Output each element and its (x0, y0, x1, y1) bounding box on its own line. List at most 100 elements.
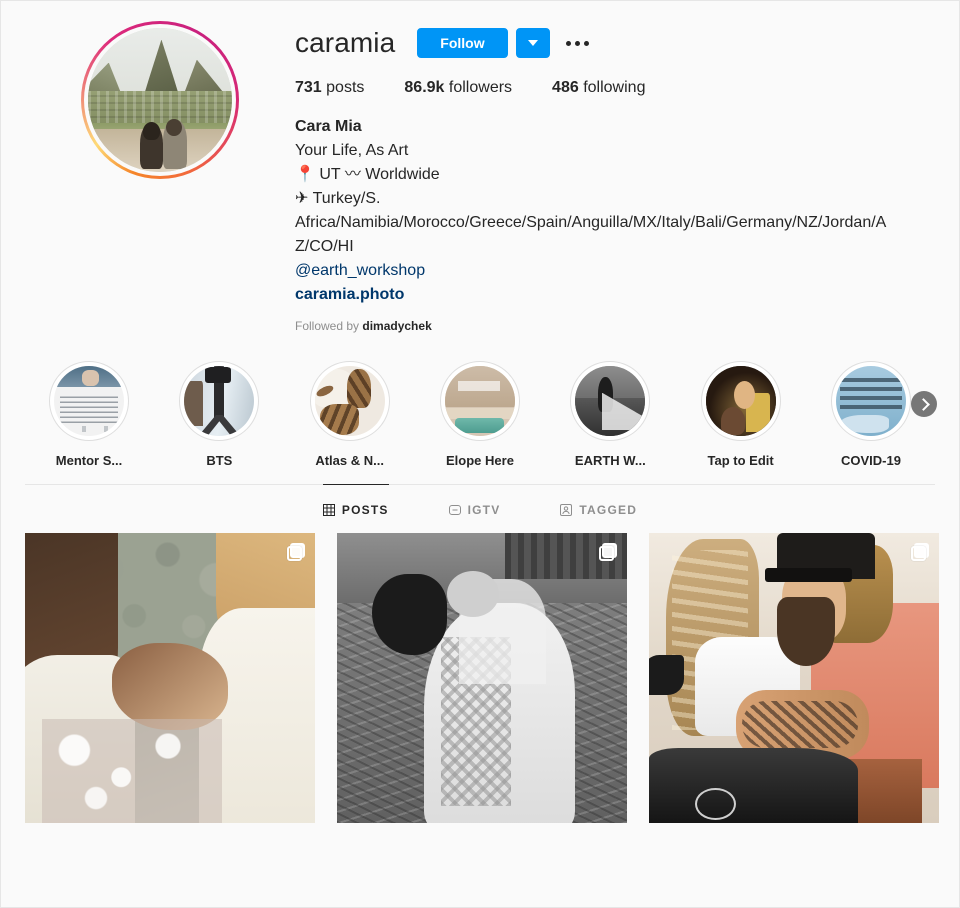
carousel-icon (598, 543, 617, 562)
follow-dropdown-button[interactable] (515, 28, 550, 58)
highlight-ring (830, 361, 911, 441)
post-bike-badge (695, 788, 736, 821)
highlight-atlas[interactable]: Atlas & N... (296, 361, 404, 468)
post-thumbnail[interactable] (337, 533, 627, 823)
bio-website-link[interactable]: caramia.photo (295, 283, 895, 307)
profile-tabs: POSTS IGTV TAGGED (25, 484, 935, 533)
highlight-bts[interactable]: BTS (165, 361, 273, 468)
post-lace (42, 718, 223, 823)
highlight-earth[interactable]: EARTH W... (556, 361, 664, 468)
stat-followers[interactable]: 86.9k followers (404, 79, 512, 97)
carousel-front-square (287, 546, 302, 561)
highlight-thumbnail (314, 366, 385, 436)
thumb-tripod-legs (198, 415, 241, 436)
highlight-thumbnail (835, 366, 906, 436)
profile-header: caramia Follow 731 posts 86.9k followers… (1, 1, 959, 333)
carousel-icon (910, 543, 929, 562)
tab-posts[interactable]: POSTS (322, 484, 389, 533)
avatar-column (25, 19, 295, 333)
thumb-camera (205, 367, 231, 383)
post-beard (776, 596, 835, 667)
story-highlights: Mentor S... BTS Atlas & N... Elope Here … (1, 333, 959, 474)
highlight-label: Atlas & N... (315, 453, 384, 468)
followed-by-names[interactable]: dimadychek (362, 319, 431, 333)
highlight-thumbnail (575, 366, 646, 436)
stat-following-label: following (583, 79, 646, 96)
highlight-ring (309, 361, 390, 441)
bio-location: 📍 UT 〰 Worldwide (295, 166, 440, 183)
post-cap-brim (765, 567, 852, 583)
thumb-person (82, 370, 99, 386)
thumb-whale (840, 415, 890, 434)
highlight-ring (570, 361, 651, 441)
bio-mention-link[interactable]: @earth_workshop (295, 259, 895, 283)
highlight-elope[interactable]: Elope Here (426, 361, 534, 468)
thumb-cat-one (346, 368, 371, 408)
bio-travel-list: Africa/Namibia/Morocco/Greece/Spain/Angu… (295, 214, 887, 255)
highlight-thumbnail (54, 366, 124, 436)
story-ring[interactable] (81, 21, 239, 179)
post-head (447, 570, 500, 618)
bio: Cara Mia Your Life, As Art 📍 UT 〰 Worldw… (295, 115, 895, 307)
highlight-label: Elope Here (446, 453, 514, 468)
post-thumbnail[interactable] (649, 533, 939, 823)
thumb-sign (457, 381, 500, 392)
bio-full-name: Cara Mia (295, 118, 362, 135)
highlight-label: BTS (206, 453, 233, 468)
highlight-ring (49, 361, 129, 441)
grid-icon (322, 504, 335, 516)
highlight-label: COVID-19 (840, 453, 901, 468)
followed-by: Followed by dimadychek (295, 319, 935, 333)
avatar[interactable] (88, 28, 232, 172)
highlight-ring (439, 361, 520, 441)
stat-followers-value: 86.9k (404, 79, 445, 96)
carousel-front-square (599, 546, 614, 561)
carousel-front-square (911, 546, 926, 561)
thumb-text-block (840, 373, 902, 410)
instagram-profile-page: caramia Follow 731 posts 86.9k followers… (0, 0, 960, 908)
more-options-button[interactable] (564, 29, 592, 57)
tab-posts-label: POSTS (341, 503, 389, 517)
avatar-person-right-head (165, 118, 182, 136)
post-motorcycle (649, 747, 858, 823)
more-dot (584, 40, 590, 46)
stat-following-value: 486 (552, 79, 579, 96)
chevron-down-icon (527, 40, 538, 46)
post-tattoo (741, 701, 858, 748)
tab-igtv[interactable]: IGTV (448, 484, 501, 533)
chevron-right-icon[interactable] (911, 391, 937, 417)
follow-button[interactable]: Follow (417, 28, 508, 58)
highlight-thumbnail (705, 366, 776, 436)
tab-tagged-label: TAGGED (579, 503, 638, 517)
thumb-face-one (733, 381, 755, 410)
more-dot (575, 40, 581, 46)
stat-posts[interactable]: 731 posts (295, 79, 364, 97)
more-dot (566, 40, 572, 46)
thumb-face-two (721, 406, 745, 435)
tagged-person-icon (560, 504, 573, 516)
avatar-person-left-head (142, 121, 160, 141)
highlight-tap-to-edit[interactable]: Tap to Edit (687, 361, 795, 468)
highlight-mentor[interactable]: Mentor S... (35, 361, 143, 468)
bio-tagline: Your Life, As Art (295, 142, 409, 159)
highlight-label: Mentor S... (55, 453, 123, 468)
stat-posts-label: posts (326, 79, 365, 96)
thumb-text-lines (59, 392, 119, 424)
username-row: caramia Follow (295, 25, 935, 61)
post-hair (371, 573, 448, 655)
highlight-covid-19[interactable]: COVID-19 (817, 361, 925, 468)
thumb-rock (184, 381, 203, 427)
tab-igtv-label: IGTV (467, 503, 501, 517)
thumb-cat-two (320, 403, 360, 435)
highlight-label: EARTH W... (574, 453, 646, 468)
tab-tagged[interactable]: TAGGED (560, 484, 637, 533)
highlight-thumbnail (184, 366, 255, 436)
carousel-icon (286, 543, 305, 562)
stat-followers-label: followers (448, 79, 513, 96)
post-thumbnail[interactable] (25, 533, 315, 823)
stat-following[interactable]: 486 following (552, 79, 645, 97)
username: caramia (295, 27, 396, 58)
bio-travel-prefix: ✈ Turkey/S. (295, 190, 381, 207)
post-hands (112, 643, 228, 731)
avatar-inner (84, 24, 236, 176)
